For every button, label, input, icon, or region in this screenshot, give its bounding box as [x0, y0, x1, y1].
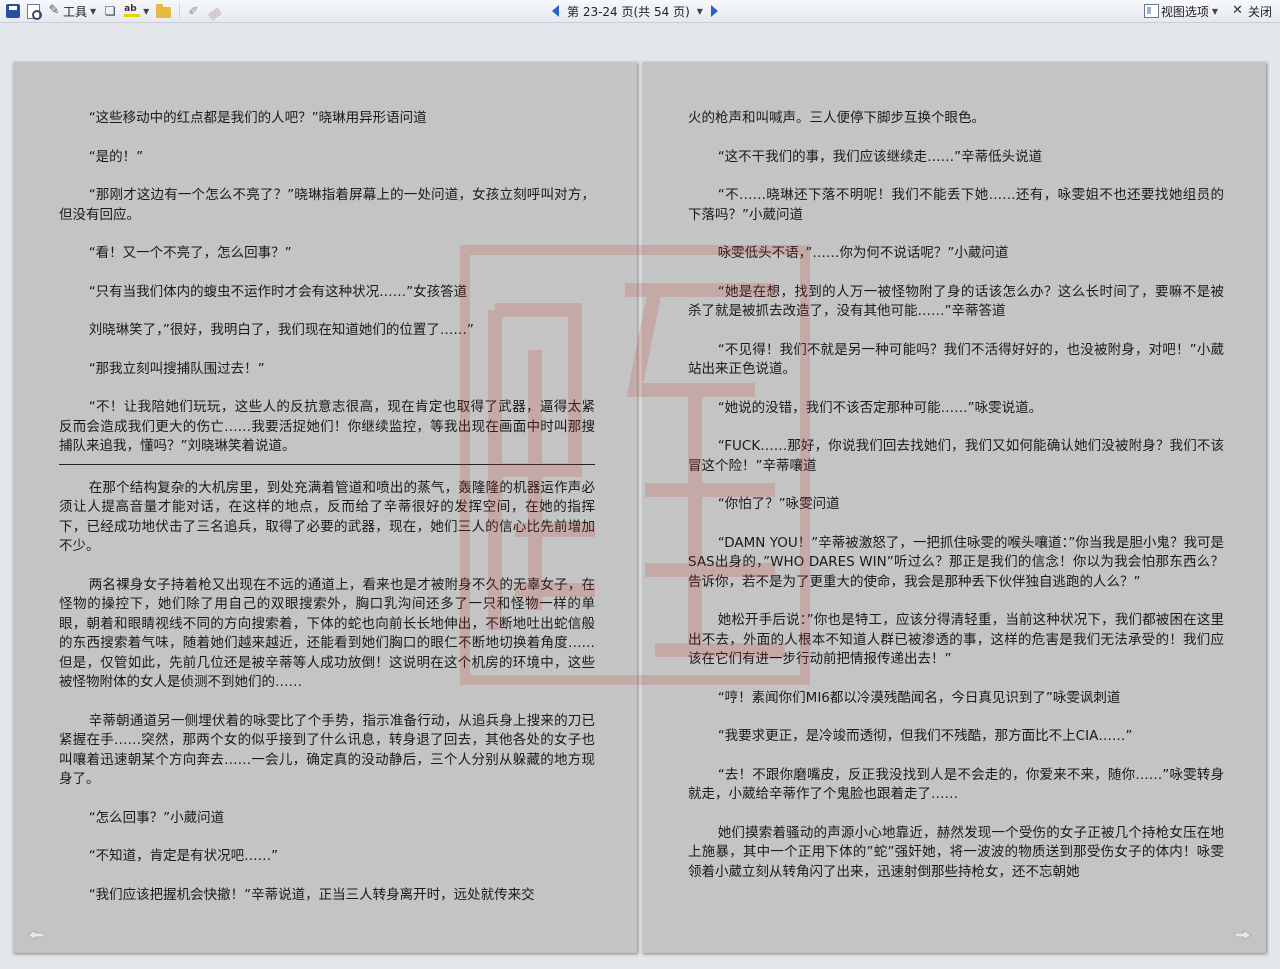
- paragraph: 两名裸身女子持着枪又出现在不远的通道上，看来也是才被附身不久的无辜女子，在怪物的…: [59, 576, 595, 691]
- paragraph: “你怕了？”咏雯问道: [717, 496, 840, 512]
- research-icon: ❏: [104, 4, 116, 18]
- close-reading-button[interactable]: ✕ 关闭: [1230, 2, 1274, 20]
- paragraph: “那刚才这边有一个怎么不亮了？”晓琳指着屏幕上的一处问道，女孩立刻呼叫对方，但没…: [59, 187, 595, 223]
- tools-menu-button[interactable]: ✎ 工具 ▼: [45, 2, 98, 20]
- page-navigation: 第 23-24 页(共 54 页) ▼: [552, 2, 718, 20]
- paragraph: “不……晓琳还下落不明呢！我们不能丢下她……还有，咏雯姐不也还要找她组员的下落吗…: [688, 187, 1224, 223]
- view-options-button[interactable]: 视图选项 ▼: [1142, 2, 1220, 20]
- next-page-button[interactable]: [710, 5, 718, 17]
- paragraph: “不见得！我们不就是另一种可能吗？我们不活得好好的，也没被附身，对吧！”小葳站出…: [688, 341, 1224, 378]
- text-highlight-icon: ab: [124, 4, 141, 18]
- page-indicator-dropdown[interactable]: 第 23-24 页(共 54 页) ▼: [567, 3, 703, 20]
- paragraph: “怎么回事？”小葳问道: [88, 809, 225, 826]
- chevron-down-icon: ▼: [1211, 6, 1218, 16]
- close-label: 关闭: [1247, 4, 1272, 19]
- folder-icon: [156, 3, 172, 18]
- right-page[interactable]: 火的枪声和叫喊声。三人便停下脚步互换个眼色。 “这不干我们的事，我们应该继续走……: [642, 62, 1266, 953]
- paragraph: 刘晓琳笑了，”很好，我明白了，我们现在知道她们的位置了……”: [88, 322, 474, 338]
- view-options-icon: [1143, 4, 1159, 18]
- page-info-text: 第 23-24 页(共 54 页): [567, 4, 690, 19]
- view-options-label: 视图选项: [1160, 4, 1209, 19]
- close-icon: ✕: [1231, 3, 1243, 18]
- chevron-down-icon: ▼: [143, 6, 150, 16]
- open-folder-button[interactable]: [154, 2, 173, 20]
- previous-page-button[interactable]: [552, 5, 559, 17]
- toolbar-separator: [179, 3, 181, 19]
- paragraph: 咏雯低头不语，”……你为何不说话呢？”小葳问道: [717, 245, 1009, 261]
- paragraph: “只有当我们体内的蝮虫不运作时才会有这种状况……”女孩答道: [88, 283, 468, 300]
- paragraph: “这些移动中的红点都是我们的人吧？”晓琳用异形语问道: [88, 110, 427, 126]
- paragraph: “FUCK……那好，你说我们回去找她们，我们又如何能确认她们没被附身？我们不该冒…: [688, 438, 1224, 474]
- paragraph: “不！让我陪她们玩玩，这些人的反抗意志很高，现在肯定也取得了武器，逼得太紧反而会…: [59, 399, 595, 454]
- chevron-down-icon: ▼: [696, 6, 703, 16]
- comment-button[interactable]: ✐: [186, 2, 204, 20]
- previous-page-arrow-icon[interactable]: [27, 929, 45, 941]
- paragraph: 辛蒂朝通道另一侧埋伏着的咏雯比了个手势，指示准备行动，从追兵身上搜来的刀已紧握在…: [59, 712, 595, 788]
- paragraph: “我们应该把握机会快撤！”辛蒂说道，正当三人转身离开时，远处就传来交: [88, 886, 535, 903]
- paragraph: “不知道，肯定是有状况吧……”: [88, 848, 279, 864]
- pen-icon: ✐: [188, 4, 199, 18]
- print-preview-button[interactable]: [25, 2, 42, 20]
- left-page[interactable]: “这些移动中的红点都是我们的人吧？”晓琳用异形语问道 “是的！” “那刚才这边有…: [13, 62, 637, 953]
- save-button[interactable]: [4, 2, 22, 20]
- paragraph: “是的！”: [88, 148, 144, 165]
- chevron-down-icon: ▼: [90, 6, 97, 16]
- toolbar-left-group: ✎ 工具 ▼ ❏ ab ▼ ✐: [4, 2, 223, 21]
- reading-toolbar: ✎ 工具 ▼ ❏ ab ▼ ✐ 第 23-24 页(共 54 页) ▼ 视图选项…: [0, 0, 1280, 23]
- save-icon: [6, 4, 20, 18]
- paragraph: “她是在想，找到的人万一被怪物附了身的话该怎么办？这么长时间了，要嘛不是被杀了就…: [688, 283, 1224, 320]
- highlight-button[interactable]: ab ▼: [122, 2, 151, 20]
- paragraph: “去！不跟你磨嘴皮，反正我没找到人是不会走的，你爱来不来，随你……”咏雯转身就走…: [688, 766, 1224, 803]
- paragraph: “那我立刻叫搜捕队围过去！”: [88, 360, 265, 377]
- paragraph: 火的枪声和叫喊声。三人便停下脚步互换个眼色。: [688, 110, 985, 126]
- paragraph: “这不干我们的事，我们应该继续走……”辛蒂低头说道: [717, 148, 1043, 165]
- paragraph: “她说的没错，我们不该否定那种可能……”咏雯说道。: [717, 399, 1043, 416]
- paragraph: 在那个结构复杂的大机房里，到处充满着管道和喷出的蒸气，轰隆隆的机器运作声必须让人…: [59, 479, 595, 555]
- paragraph: “DAMN YOU！”辛蒂被激怒了，一把抓住咏雯的喉头嚷道：”你当我是胆小鬼？我…: [688, 534, 1224, 590]
- eraser-button[interactable]: [207, 2, 223, 21]
- eraser-icon: [208, 7, 223, 21]
- tools-icon: ✎: [48, 3, 60, 18]
- print-preview-icon: [27, 3, 42, 20]
- paragraph: “哼！素闻你们MI6都以冷漠残酷闻名，今日真见识到了”咏雯讽刺道: [717, 689, 1121, 706]
- paragraph: “看！又一个不亮了，怎么回事？”: [88, 245, 292, 261]
- toolbar-right-group: 视图选项 ▼ ✕ 关闭: [1142, 2, 1274, 20]
- paragraph: 她们摸索着骚动的声源小心地靠近，赫然发现一个受伤的女子正被几个持枪女压在地上施暴…: [688, 824, 1224, 880]
- left-page-text: “这些移动中的红点都是我们的人吧？”晓琳用异形语问道 “是的！” “那刚才这边有…: [13, 62, 637, 953]
- right-page-text: 火的枪声和叫喊声。三人便停下脚步互换个眼色。 “这不干我们的事，我们应该继续走……: [642, 62, 1266, 953]
- tools-label: 工具: [63, 4, 88, 19]
- research-button[interactable]: ❏: [101, 2, 119, 20]
- section-divider: [59, 463, 595, 465]
- paragraph: “我要求更正，是冷竣而透彻，但我们不残酷，那方面比不上CIA……”: [717, 728, 1133, 744]
- paragraph: 她松开手后说：”你也是特工，应该分得清轻重，当前这种状况下，我们都被困在这里出不…: [688, 612, 1224, 667]
- next-page-arrow-icon[interactable]: [1234, 929, 1252, 941]
